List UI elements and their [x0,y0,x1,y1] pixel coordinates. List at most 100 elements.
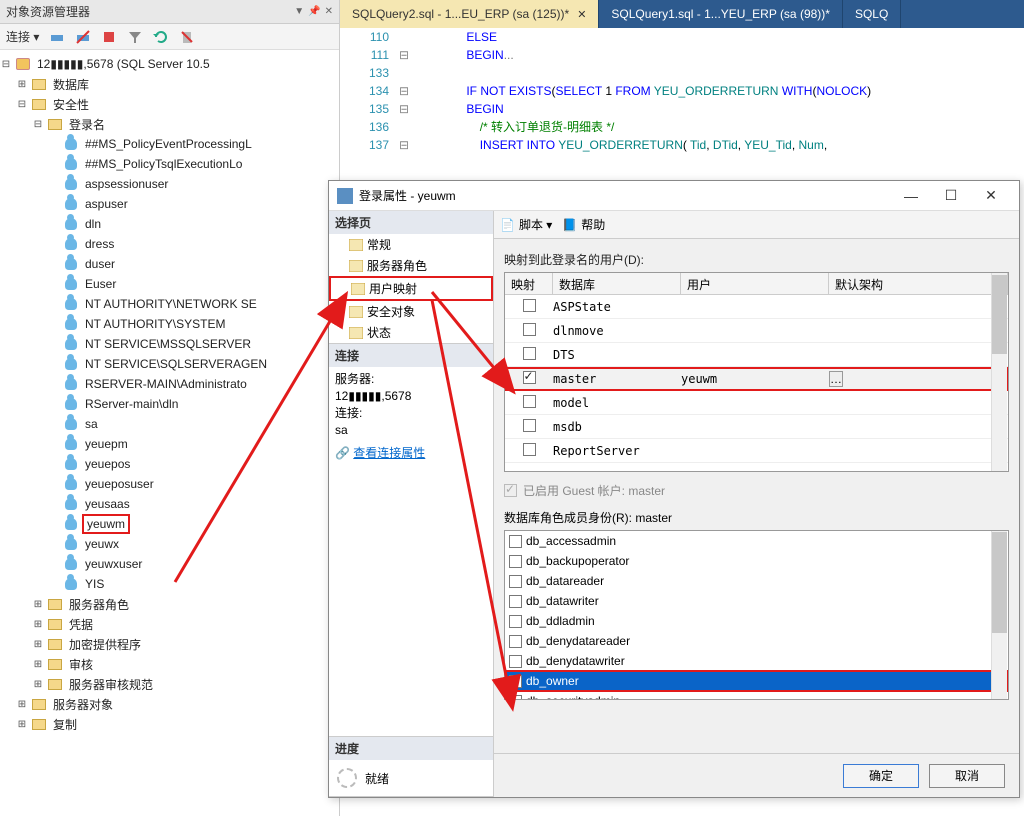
page-常规[interactable]: 常规 [329,234,493,255]
col-database[interactable]: 数据库 [553,273,681,294]
dropdown-icon[interactable]: ▼ [294,6,304,17]
login-NT-AUTHORITY-SYSTEM[interactable]: NT AUTHORITY\SYSTEM [0,314,339,334]
pin-icon[interactable]: 📌 [308,6,320,17]
ok-button[interactable]: 确定 [843,764,919,788]
connect-dropdown[interactable]: 连接 ▾ [6,28,39,45]
editor-tab-0[interactable]: SQLQuery2.sql - 1...EU_ERP (sa (125))*✕ [340,0,599,28]
login-NT-SERVICE-MSSQLSERVER[interactable]: NT SERVICE\MSSQLSERVER [0,334,339,354]
login-NT-SERVICE-SQLSERVERAGEN[interactable]: NT SERVICE\SQLSERVERAGEN [0,354,339,374]
security-folder[interactable]: ⊟安全性 [0,94,339,114]
server-audit-specs-folder[interactable]: ⊞服务器审核规范 [0,674,339,694]
server-roles-folder[interactable]: ⊞服务器角色 [0,594,339,614]
editor-tab-2[interactable]: SQLQ [843,0,901,28]
role-db_denydatareader[interactable]: db_denydatareader [505,631,1008,651]
role-checkbox[interactable] [509,675,522,688]
schema-browse-button[interactable]: … [829,371,843,387]
maximize-button[interactable]: ☐ [931,187,971,204]
login-yeueposuser[interactable]: yeueposuser [0,474,339,494]
fold-column[interactable]: ⊟ ⊟⊟ ⊟ [395,28,413,180]
server-node[interactable]: ⊟12▮▮▮▮▮,5678 (SQL Server 10.5 [0,54,339,74]
view-connection-link[interactable]: 查看连接属性 [353,446,425,460]
page-状态[interactable]: 状态 [329,322,493,343]
login---MS-PolicyTsqlExecutionLo[interactable]: ##MS_PolicyTsqlExecutionLo [0,154,339,174]
role-db_accessadmin[interactable]: db_accessadmin [505,531,1008,551]
databases-folder[interactable]: ⊞数据库 [0,74,339,94]
role-db_ddladmin[interactable]: db_ddladmin [505,611,1008,631]
user-mapping-grid[interactable]: 映射 数据库 用户 默认架构 ASPStatedlnmoveDTSmastery… [504,272,1009,472]
roles-scrollbar[interactable] [991,531,1007,699]
logins-folder[interactable]: ⊟登录名 [0,114,339,134]
map-checkbox[interactable] [523,323,536,336]
editor-tab-1[interactable]: SQLQuery1.sql - 1...YEU_ERP (sa (98))* [599,0,843,28]
login-dln[interactable]: dln [0,214,339,234]
role-checkbox[interactable] [509,575,522,588]
col-map[interactable]: 映射 [505,273,553,294]
login-yeuwm[interactable]: yeuwm [0,514,339,534]
login-yeusaas[interactable]: yeusaas [0,494,339,514]
page-用户映射[interactable]: 用户映射 [329,276,493,301]
connect-icon[interactable] [49,29,65,45]
page-安全对象[interactable]: 安全对象 [329,301,493,322]
role-db_denydatawriter[interactable]: db_denydatawriter [505,651,1008,671]
role-checkbox[interactable] [509,555,522,568]
mapping-row-DTS[interactable]: DTS [505,343,1008,367]
code-area[interactable]: 110111133134135136137 ⊟ ⊟⊟ ⊟ ELSE BEGIN.… [340,28,1024,180]
mapping-row-ReportServer[interactable]: ReportServer [505,439,1008,463]
login-sa[interactable]: sa [0,414,339,434]
audits-folder[interactable]: ⊞审核 [0,654,339,674]
map-checkbox[interactable] [523,443,536,456]
credentials-folder[interactable]: ⊞凭据 [0,614,339,634]
role-checkbox[interactable] [509,535,522,548]
map-checkbox[interactable] [523,395,536,408]
login-Euser[interactable]: Euser [0,274,339,294]
grid-scrollbar[interactable] [991,273,1007,471]
login-RServer-main-dln[interactable]: RServer-main\dln [0,394,339,414]
col-user[interactable]: 用户 [681,273,829,294]
login---MS-PolicyEventProcessingL[interactable]: ##MS_PolicyEventProcessingL [0,134,339,154]
server-objects-folder[interactable]: ⊞服务器对象 [0,694,339,714]
mapping-row-model[interactable]: model [505,391,1008,415]
role-checkbox[interactable] [509,595,522,608]
tab-close-icon[interactable]: ✕ [577,8,586,21]
filter-icon[interactable] [127,29,143,45]
cancel-button[interactable]: 取消 [929,764,1005,788]
crypto-providers-folder[interactable]: ⊞加密提供程序 [0,634,339,654]
disconnect-icon[interactable] [75,29,91,45]
help-button[interactable]: 帮助 [581,216,605,233]
login-YIS[interactable]: YIS [0,574,339,594]
roles-list[interactable]: db_accessadmindb_backupoperatordb_datare… [504,530,1009,700]
login-dress[interactable]: dress [0,234,339,254]
role-checkbox[interactable] [509,615,522,628]
role-db_datawriter[interactable]: db_datawriter [505,591,1008,611]
mapping-row-msdb[interactable]: msdb [505,415,1008,439]
map-checkbox[interactable] [523,371,536,384]
map-checkbox[interactable] [523,347,536,360]
login-yeuepos[interactable]: yeuepos [0,454,339,474]
script-dropdown[interactable]: 脚本 ▾ [519,216,552,233]
role-db_owner[interactable]: db_owner [505,671,1008,691]
page-服务器角色[interactable]: 服务器角色 [329,255,493,276]
login-aspsessionuser[interactable]: aspsessionuser [0,174,339,194]
role-checkbox[interactable] [509,655,522,668]
login-aspuser[interactable]: aspuser [0,194,339,214]
minimize-button[interactable]: — [891,188,931,204]
role-db_datareader[interactable]: db_datareader [505,571,1008,591]
map-checkbox[interactable] [523,419,536,432]
login-yeuepm[interactable]: yeuepm [0,434,339,454]
refresh-icon[interactable] [153,29,169,45]
stop-icon[interactable] [101,29,117,45]
role-checkbox[interactable] [509,635,522,648]
role-checkbox[interactable] [509,695,522,701]
close-icon[interactable]: ✕ [325,6,333,17]
map-checkbox[interactable] [523,299,536,312]
login-yeuwxuser[interactable]: yeuwxuser [0,554,339,574]
role-db_backupoperator[interactable]: db_backupoperator [505,551,1008,571]
code-text[interactable]: ELSE BEGIN... IF NOT EXISTS(SELECT 1 FRO… [413,28,1024,180]
login-NT-AUTHORITY-NETWORK-SE[interactable]: NT AUTHORITY\NETWORK SE [0,294,339,314]
replication-folder[interactable]: ⊞复制 [0,714,339,734]
object-tree[interactable]: ⊟12▮▮▮▮▮,5678 (SQL Server 10.5⊞数据库⊟安全性⊟登… [0,50,339,816]
login-RSERVER-MAIN-Administrato[interactable]: RSERVER-MAIN\Administrato [0,374,339,394]
delete-icon[interactable] [179,29,195,45]
login-duser[interactable]: duser [0,254,339,274]
mapping-row-master[interactable]: masteryeuwm… [505,367,1008,391]
